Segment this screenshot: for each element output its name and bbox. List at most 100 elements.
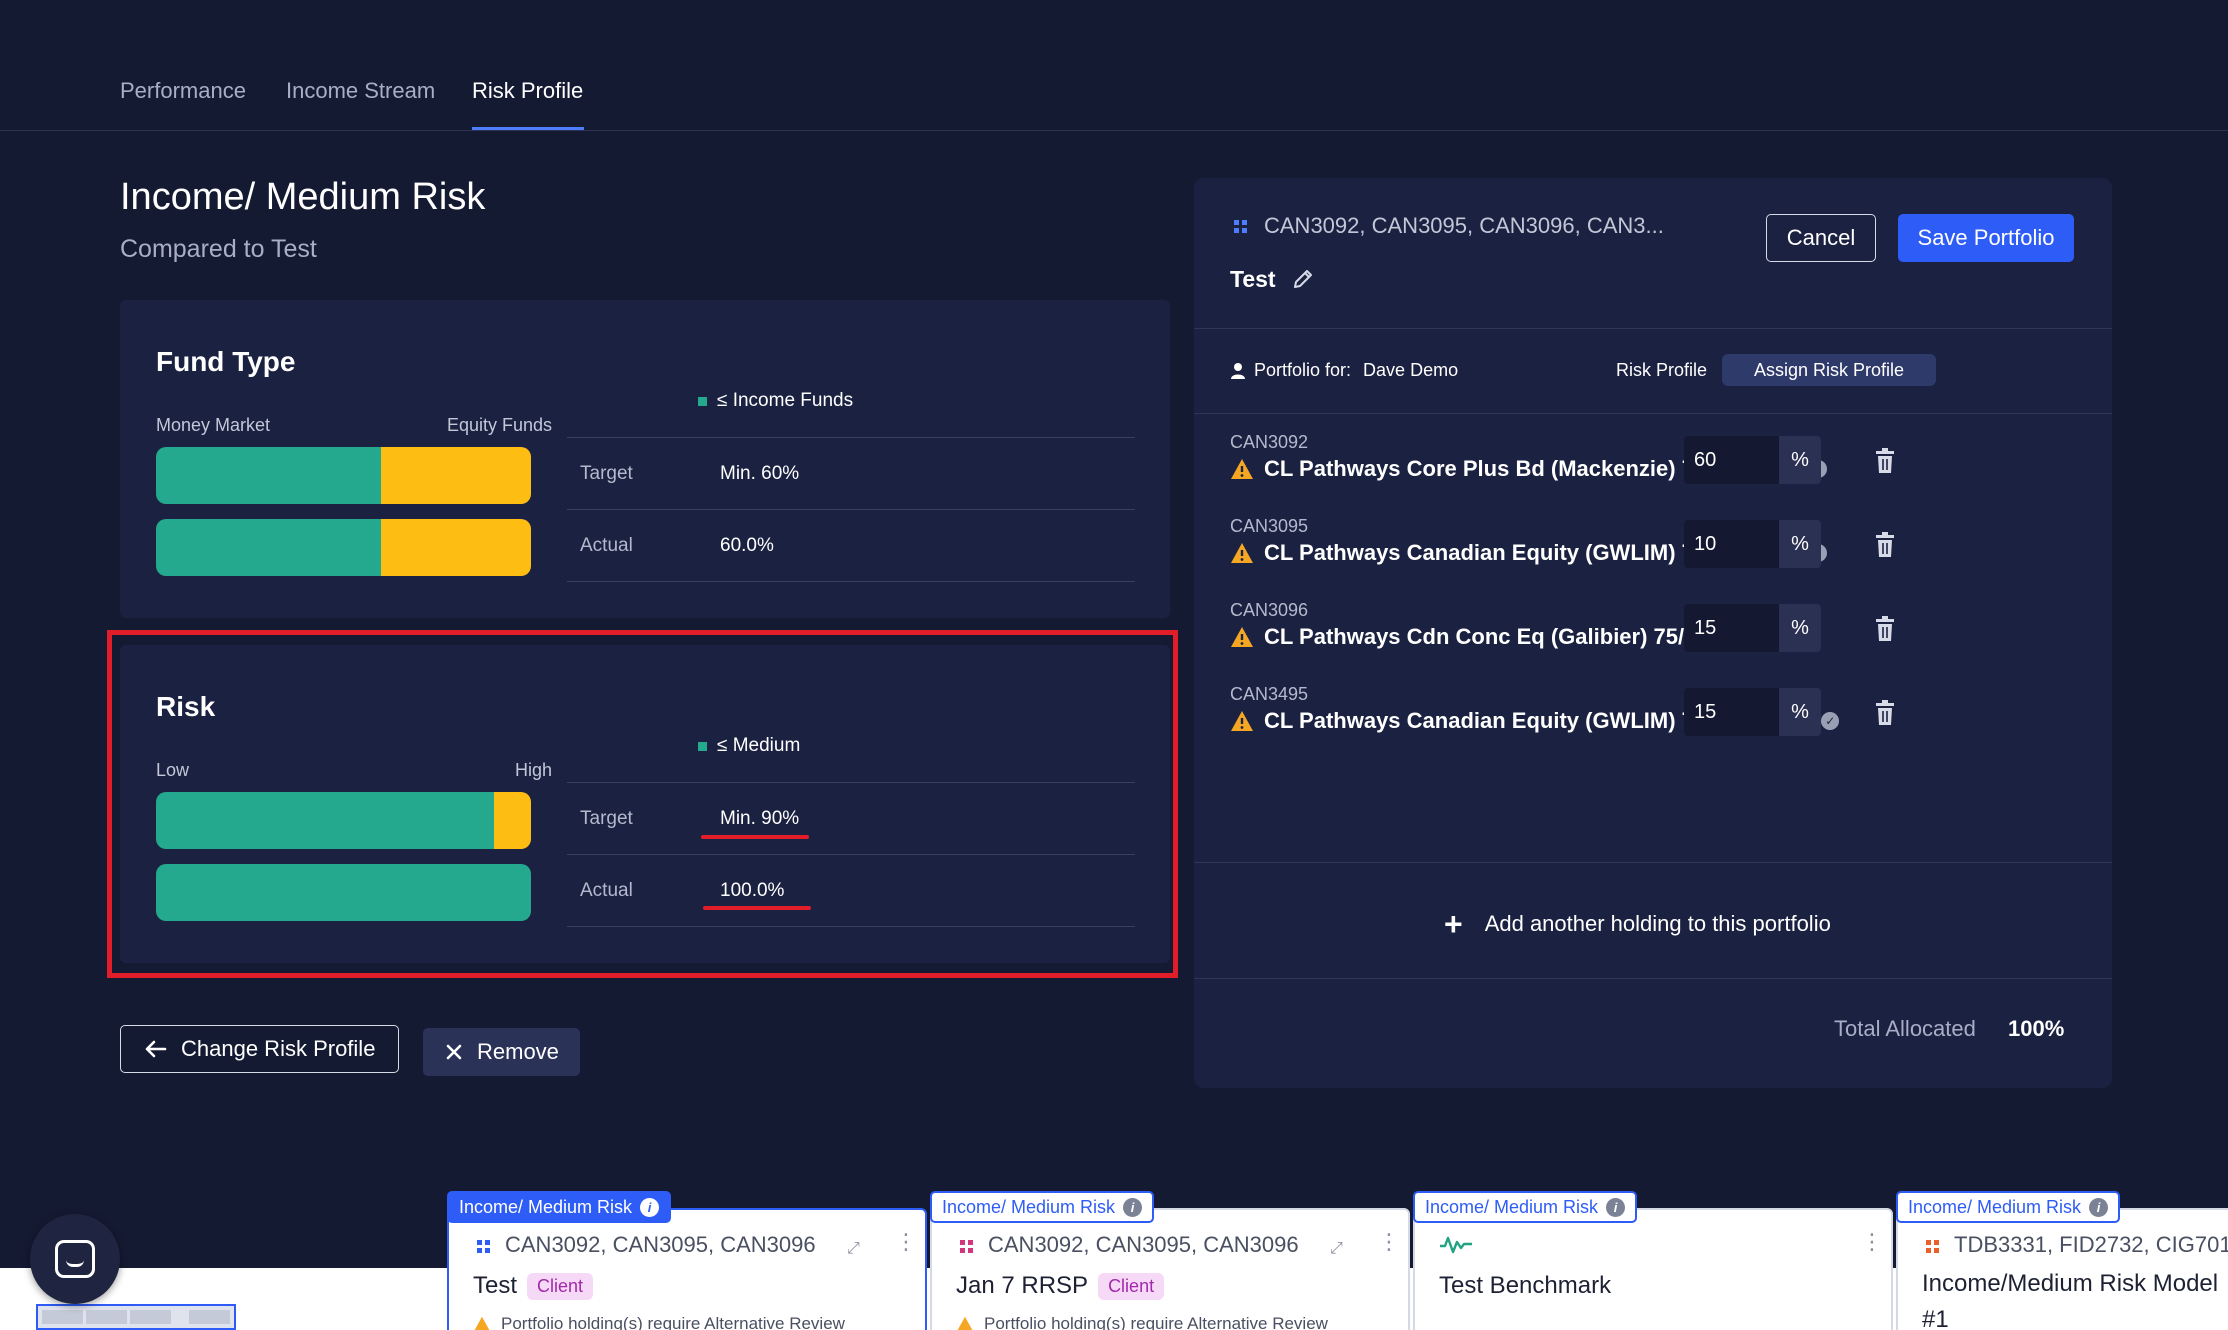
chat-icon	[55, 1240, 95, 1278]
target-value: Min. 60%	[720, 463, 800, 484]
client-badge: Client	[527, 1272, 594, 1300]
info-icon[interactable]: i	[2089, 1197, 2109, 1217]
tab-performance[interactable]: Performance	[120, 78, 246, 104]
tab-income-stream[interactable]: Income Stream	[286, 78, 435, 104]
holding-row: CAN3092 CL Pathways Core Plus Bd (Macken…	[1230, 432, 2090, 502]
fund-type-right-label: Equity Funds	[446, 415, 552, 435]
portfolio-card[interactable]: CAN3092, CAN3095, CAN3096 ⤢ ⋮ Test Clien…	[447, 1208, 927, 1330]
holding-code: CAN3096	[1230, 600, 1309, 620]
risk-profile-label: Risk Profile	[1616, 360, 1708, 380]
portfolio-for-label: Portfolio for:	[1254, 360, 1352, 380]
card-title-label-2: #1	[1922, 1306, 1949, 1330]
card-title-line-2: #1	[1922, 1306, 1949, 1330]
card-risk-tag: Income/ Medium Risk i	[1896, 1191, 2121, 1223]
warning-icon	[1231, 711, 1253, 731]
save-portfolio-button[interactable]: Save Portfolio	[1898, 214, 2074, 262]
target-label: Target	[580, 463, 633, 484]
benchmark-activity-icon	[1440, 1236, 1472, 1254]
portfolio-grid-icon	[477, 1240, 490, 1253]
total-allocated-value: 100%	[2008, 1016, 2065, 1041]
holding-row: CAN3096 CL Pathways Cdn Conc Eq (Galibie…	[1230, 600, 2090, 670]
divider	[1194, 978, 2112, 979]
fund-type-target-bar	[156, 447, 531, 504]
tray-thumbnail[interactable]	[36, 1304, 236, 1330]
card-codes: CAN3092, CAN3095, CAN3096	[988, 1232, 1299, 1257]
holding-percent-input[interactable]: 60	[1684, 436, 1779, 484]
more-menu-icon[interactable]: ⋮	[1861, 1231, 1883, 1253]
fund-type-legend: ≤ Income Funds	[698, 390, 853, 412]
divider	[1194, 862, 2112, 863]
holding-code: CAN3495	[1230, 684, 1309, 704]
portfolio-grid-icon	[1926, 1240, 1939, 1253]
remove-button[interactable]: Remove	[423, 1028, 580, 1076]
holding-percent-input[interactable]: 15	[1684, 604, 1779, 652]
portfolio-for-value: Dave Demo	[1363, 360, 1459, 380]
fund-type-actual-bar	[156, 519, 531, 576]
divider	[567, 509, 1135, 510]
card-title: Income/Medium Risk Model	[1922, 1270, 2218, 1298]
card-title-label: Income/Medium Risk Model	[1922, 1270, 2219, 1297]
expand-icon[interactable]: ⤢	[847, 1240, 867, 1260]
more-menu-icon[interactable]: ⋮	[895, 1231, 917, 1253]
pencil-icon[interactable]	[1292, 268, 1314, 290]
holding-percent-input[interactable]: 10	[1684, 520, 1779, 568]
divider	[1194, 328, 2112, 329]
fund-type-panel: Fund Type Money Market Equity Funds ≤ In…	[120, 300, 1170, 618]
divider	[1194, 413, 2112, 414]
info-icon[interactable]: i	[640, 1197, 660, 1217]
percent-suffix: %	[1779, 520, 1821, 568]
assign-risk-profile-button[interactable]: Assign Risk Profile	[1722, 354, 1936, 386]
portfolio-name: Test	[1230, 266, 1314, 293]
client-badge: Client	[1098, 1272, 1165, 1300]
holding-percent-input[interactable]: 15	[1684, 688, 1779, 736]
benchmark-card[interactable]: ⋮ Test Benchmark	[1413, 1208, 1893, 1330]
card-warning: Portfolio holding(s) require Alternative…	[956, 1314, 1328, 1330]
divider	[567, 581, 1135, 582]
bar-fill-income	[156, 447, 381, 504]
card-title-label: Jan 7 RRSP	[956, 1272, 1089, 1299]
card-risk-tag-label: Income/ Medium Risk	[1908, 1196, 2082, 1217]
trash-icon[interactable]	[1874, 700, 1896, 726]
user-icon	[1231, 362, 1245, 379]
card-codes: CAN3092, CAN3095, CAN3096	[505, 1232, 816, 1257]
card-warning-label: Portfolio holding(s) require Alternative…	[501, 1314, 845, 1330]
portfolio-grid-icon	[960, 1240, 973, 1253]
trash-icon[interactable]	[1874, 616, 1896, 642]
warning-icon	[1231, 627, 1253, 647]
legend-swatch	[698, 396, 707, 406]
tab-risk-profile[interactable]: Risk Profile	[472, 78, 583, 104]
change-risk-profile-label: Change Risk Profile	[181, 1036, 376, 1061]
percent-suffix: %	[1779, 604, 1821, 652]
bar-fill-equity	[381, 519, 531, 576]
fund-type-left-label: Money Market	[156, 415, 271, 435]
page-title: Income/ Medium Risk	[120, 176, 486, 218]
expand-icon[interactable]: ⤢	[1330, 1240, 1350, 1260]
actual-value: 60.0%	[720, 535, 774, 556]
more-menu-icon[interactable]: ⋮	[1378, 1231, 1400, 1253]
info-icon[interactable]: i	[1123, 1197, 1143, 1217]
card-title: Test Benchmark	[1439, 1272, 1611, 1300]
portfolio-editor-card: CAN3092, CAN3095, CAN3096, CAN3... Test …	[1194, 178, 2112, 1088]
model-card[interactable]: TDB3331, FID2732, CIG701 Income/Medium R…	[1896, 1208, 2228, 1330]
add-holding-button[interactable]: + Add another holding to this portfolio	[1444, 908, 1831, 940]
page-subtitle: Compared to Test	[120, 235, 317, 263]
card-title: Jan 7 RRSP Client	[956, 1272, 1165, 1300]
card-risk-tag: Income/ Medium Risk i	[447, 1191, 672, 1223]
warning-icon	[1231, 543, 1253, 563]
trash-icon[interactable]	[1874, 532, 1896, 558]
chat-launcher-button[interactable]	[30, 1214, 120, 1304]
percent-suffix: %	[1779, 688, 1821, 736]
total-allocated-label: Total Allocated	[1834, 1016, 1976, 1041]
card-risk-tag: Income/ Medium Risk i	[1413, 1191, 1638, 1223]
warning-icon	[957, 1316, 973, 1330]
change-risk-profile-button[interactable]: Change Risk Profile	[120, 1025, 399, 1073]
trash-icon[interactable]	[1874, 448, 1896, 474]
portfolio-codes: CAN3092, CAN3095, CAN3096, CAN3...	[1264, 213, 1664, 238]
portfolio-name-label: Test	[1230, 266, 1276, 292]
info-icon[interactable]: i	[1606, 1197, 1626, 1217]
portfolio-card[interactable]: CAN3092, CAN3095, CAN3096 ⤢ ⋮ Jan 7 RRSP…	[930, 1208, 1410, 1330]
fund-type-title: Fund Type	[156, 346, 296, 377]
card-risk-tag-label: Income/ Medium Risk	[1425, 1196, 1599, 1217]
cancel-button[interactable]: Cancel	[1766, 214, 1876, 262]
actual-label: Actual	[580, 535, 633, 556]
